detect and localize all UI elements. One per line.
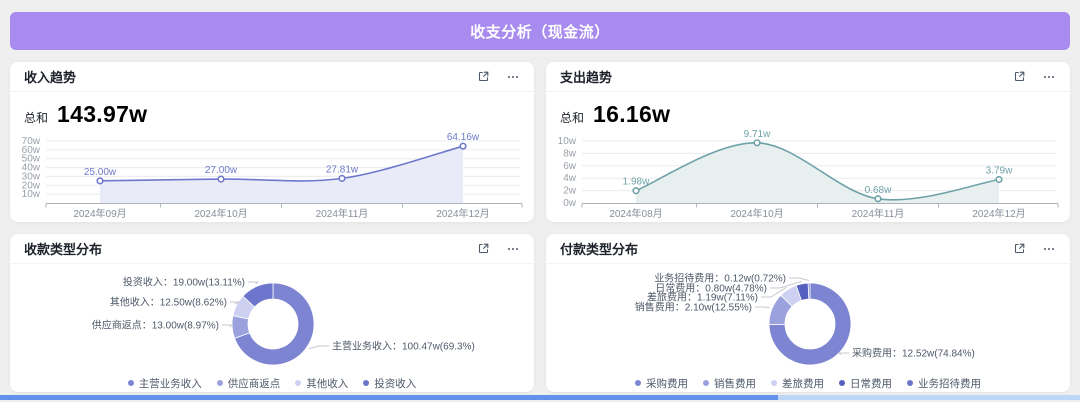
legend-label: 业务招待费用 — [918, 376, 981, 391]
legend-label: 供应商返点 — [228, 376, 281, 391]
expand-icon[interactable] — [477, 242, 490, 255]
summary-row: 总和 16.16w — [546, 92, 1070, 128]
svg-text:投资收入：19.00w(13.11%): 投资收入：19.00w(13.11%) — [123, 276, 245, 289]
chart-legend: 采购费用 销售费用 差旅费用 日常费用 业务招待费用 — [546, 373, 1070, 392]
legend-item[interactable]: 主营业务收入 — [128, 376, 202, 391]
more-icon[interactable] — [506, 242, 520, 255]
card-title: 收款类型分布 — [24, 239, 102, 258]
svg-text:2024年11月: 2024年11月 — [852, 207, 905, 220]
legend-label: 主营业务收入 — [139, 376, 202, 391]
legend-label: 采购费用 — [646, 376, 688, 391]
svg-text:采购费用：12.52w(74.84%): 采购费用：12.52w(74.84%) — [852, 347, 975, 360]
card-header: 收入趋势 — [10, 62, 534, 92]
chart-legend: 主营业务收入 供应商返点 其他收入 投资收入 — [10, 373, 534, 392]
svg-text:2w: 2w — [563, 186, 577, 197]
svg-text:0.68w: 0.68w — [865, 185, 892, 196]
sum-value: 143.97w — [57, 101, 147, 128]
legend-item[interactable]: 业务招待费用 — [907, 376, 981, 391]
svg-text:4w: 4w — [563, 173, 577, 184]
sum-label: 总和 — [560, 109, 584, 126]
expand-icon[interactable] — [1013, 70, 1026, 83]
more-icon[interactable] — [1042, 242, 1056, 255]
legend-label: 投资收入 — [374, 376, 416, 391]
legend-dot-icon — [217, 380, 223, 386]
svg-text:10w: 10w — [558, 136, 577, 147]
legend-label: 其他收入 — [306, 376, 348, 391]
expand-icon[interactable] — [1013, 242, 1026, 255]
svg-text:2024年08月: 2024年08月 — [609, 207, 662, 220]
legend-item[interactable]: 供应商返点 — [217, 376, 281, 391]
card-header: 收款类型分布 — [10, 234, 534, 264]
legend-label: 日常费用 — [850, 376, 892, 391]
sum-value: 16.16w — [593, 101, 670, 128]
svg-text:2024年12月: 2024年12月 — [972, 207, 1025, 220]
legend-dot-icon — [635, 380, 641, 386]
legend-dot-icon — [128, 380, 134, 386]
legend-dot-icon — [703, 380, 709, 386]
income-trend-chart: 10w20w30w40w50w60w70w25.00w2024年09月27.00… — [10, 129, 534, 222]
svg-text:供应商返点：13.00w(8.97%): 供应商返点：13.00w(8.97%) — [92, 319, 219, 332]
sum-label: 总和 — [24, 109, 48, 126]
expense-trend-card: 支出趋势 总和 16.16w 0w2w 4w6w 8w10w 1.98w 2024年08… — [546, 62, 1070, 222]
svg-text:64.16w: 64.16w — [447, 132, 480, 143]
scrollbar-thumb[interactable] — [0, 395, 778, 400]
card-title: 付款类型分布 — [560, 239, 638, 258]
page-banner: 收支分析（现金流） — [10, 12, 1070, 50]
svg-text:9.71w: 9.71w — [744, 129, 771, 140]
svg-text:70w: 70w — [22, 136, 41, 147]
card-header: 付款类型分布 — [546, 234, 1070, 264]
svg-text:2024年10月: 2024年10月 — [730, 207, 783, 220]
payment-distribution-card: 付款类型分布 采购费用：12.52w(74.84%)销售费用：2.10w(12.… — [546, 234, 1070, 392]
svg-text:27.00w: 27.00w — [205, 165, 238, 176]
svg-text:业务招待费用：0.12w(0.72%): 业务招待费用：0.12w(0.72%) — [654, 272, 786, 285]
legend-dot-icon — [363, 380, 369, 386]
svg-text:0w: 0w — [563, 198, 577, 209]
legend-dot-icon — [907, 380, 913, 386]
svg-text:6w: 6w — [563, 161, 577, 172]
svg-text:2024年10月: 2024年10月 — [194, 207, 247, 220]
payment-donut-chart: 采购费用：12.52w(74.84%)销售费用：2.10w(12.55%)差旅费… — [546, 264, 1070, 373]
svg-text:25.00w: 25.00w — [84, 167, 117, 178]
legend-dot-icon — [839, 380, 845, 386]
svg-text:其他收入：12.50w(8.62%): 其他收入：12.50w(8.62%) — [110, 296, 227, 309]
summary-row: 总和 143.97w — [10, 92, 534, 128]
legend-dot-icon — [295, 380, 301, 386]
card-title: 收入趋势 — [24, 67, 76, 86]
svg-text:8w: 8w — [563, 148, 577, 159]
svg-text:2024年12月: 2024年12月 — [436, 207, 489, 220]
svg-text:主营业务收入：100.47w(69.3%): 主营业务收入：100.47w(69.3%) — [332, 340, 475, 353]
receipt-distribution-card: 收款类型分布 主营业务收入：100.47w(69.3%) 供应商返点：13.00w… — [10, 234, 534, 392]
legend-item[interactable]: 投资收入 — [363, 376, 416, 391]
expand-icon[interactable] — [477, 70, 490, 83]
expense-trend-chart: 0w2w 4w6w 8w10w 1.98w 2024年08月 9.71w 2024年10月 0… — [546, 129, 1070, 222]
legend-label: 销售费用 — [714, 376, 756, 391]
legend-item[interactable]: 销售费用 — [703, 376, 756, 391]
svg-text:27.81w: 27.81w — [326, 164, 359, 175]
svg-text:3.79w: 3.79w — [986, 166, 1013, 177]
income-trend-card: 收入趋势 总和 143.97w 10w20w30w40w50w60w70w25.… — [10, 62, 534, 222]
more-icon[interactable] — [1042, 70, 1056, 83]
svg-text:1.98w: 1.98w — [623, 177, 650, 188]
legend-label: 差旅费用 — [782, 376, 824, 391]
legend-item[interactable]: 采购费用 — [635, 376, 688, 391]
legend-item[interactable]: 差旅费用 — [771, 376, 824, 391]
page-title: 收支分析（现金流） — [470, 21, 610, 42]
legend-item[interactable]: 日常费用 — [839, 376, 892, 391]
card-header: 支出趋势 — [546, 62, 1070, 92]
svg-text:2024年11月: 2024年11月 — [316, 207, 369, 220]
svg-text:2024年09月: 2024年09月 — [73, 207, 126, 220]
legend-dot-icon — [771, 380, 777, 386]
legend-item[interactable]: 其他收入 — [295, 376, 348, 391]
card-title: 支出趋势 — [560, 67, 612, 86]
receipt-donut-chart: 主营业务收入：100.47w(69.3%) 供应商返点：13.00w(8.97%)… — [10, 264, 534, 373]
more-icon[interactable] — [506, 70, 520, 83]
horizontal-scrollbar[interactable] — [0, 395, 1080, 400]
